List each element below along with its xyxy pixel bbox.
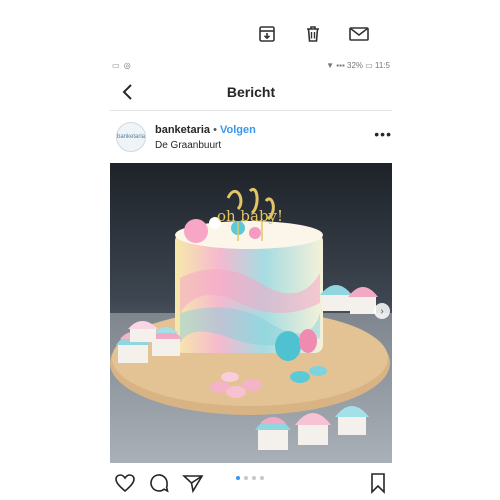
heart-icon[interactable] xyxy=(114,472,136,494)
page-title: Bericht xyxy=(226,84,276,100)
carousel-dot xyxy=(252,476,256,480)
cake-topper-text: oh baby! xyxy=(217,207,283,225)
location-link[interactable]: De Graanbuurt xyxy=(155,140,221,151)
more-options-icon[interactable]: ••• xyxy=(374,126,392,142)
post-photo[interactable]: oh baby! › xyxy=(110,163,392,463)
carousel-next-arrow-icon[interactable]: › xyxy=(374,303,390,319)
carousel-dot xyxy=(260,476,264,480)
mail-icon[interactable] xyxy=(347,22,371,46)
instagram-post-screenshot: ▭ ◎ ▼ ▪▪▪ 32% ▭ 11:5 Bericht banketaria … xyxy=(110,58,392,500)
post-navbar: Bericht xyxy=(110,74,392,111)
separator-dot: • xyxy=(210,124,220,136)
clipped-header-text: ᷈ ᷈ ᷈ ᷈ ᷈ xyxy=(381,0,392,5)
post-user-line: banketaria • Volgen xyxy=(155,124,256,136)
avatar[interactable]: banketaria xyxy=(116,122,146,152)
email-toolbar: ᷈ ᷈ ᷈ ᷈ ᷈ xyxy=(0,0,500,62)
archive-icon[interactable] xyxy=(255,22,279,46)
comment-icon[interactable] xyxy=(148,472,170,494)
username-link[interactable]: banketaria xyxy=(155,124,210,136)
carousel-dot xyxy=(244,476,248,480)
follow-button[interactable]: Volgen xyxy=(220,124,256,136)
carousel-indicator xyxy=(236,476,264,480)
share-icon[interactable] xyxy=(181,472,204,494)
status-bar: ▭ ◎ ▼ ▪▪▪ 32% ▭ 11:5 xyxy=(110,58,392,72)
trash-icon[interactable] xyxy=(301,22,325,46)
post-actions-bar xyxy=(110,468,392,500)
avatar-logo-text: banketaria xyxy=(116,134,146,140)
cake-photo-image: oh baby! xyxy=(110,163,392,463)
status-right-info: ▼ ▪▪▪ 32% ▭ 11:5 xyxy=(326,60,390,70)
post-header: banketaria banketaria • Volgen De Graanb… xyxy=(110,118,392,160)
bookmark-icon[interactable] xyxy=(368,472,390,494)
status-left-icons: ▭ ◎ xyxy=(112,60,132,70)
carousel-dot xyxy=(236,476,240,480)
